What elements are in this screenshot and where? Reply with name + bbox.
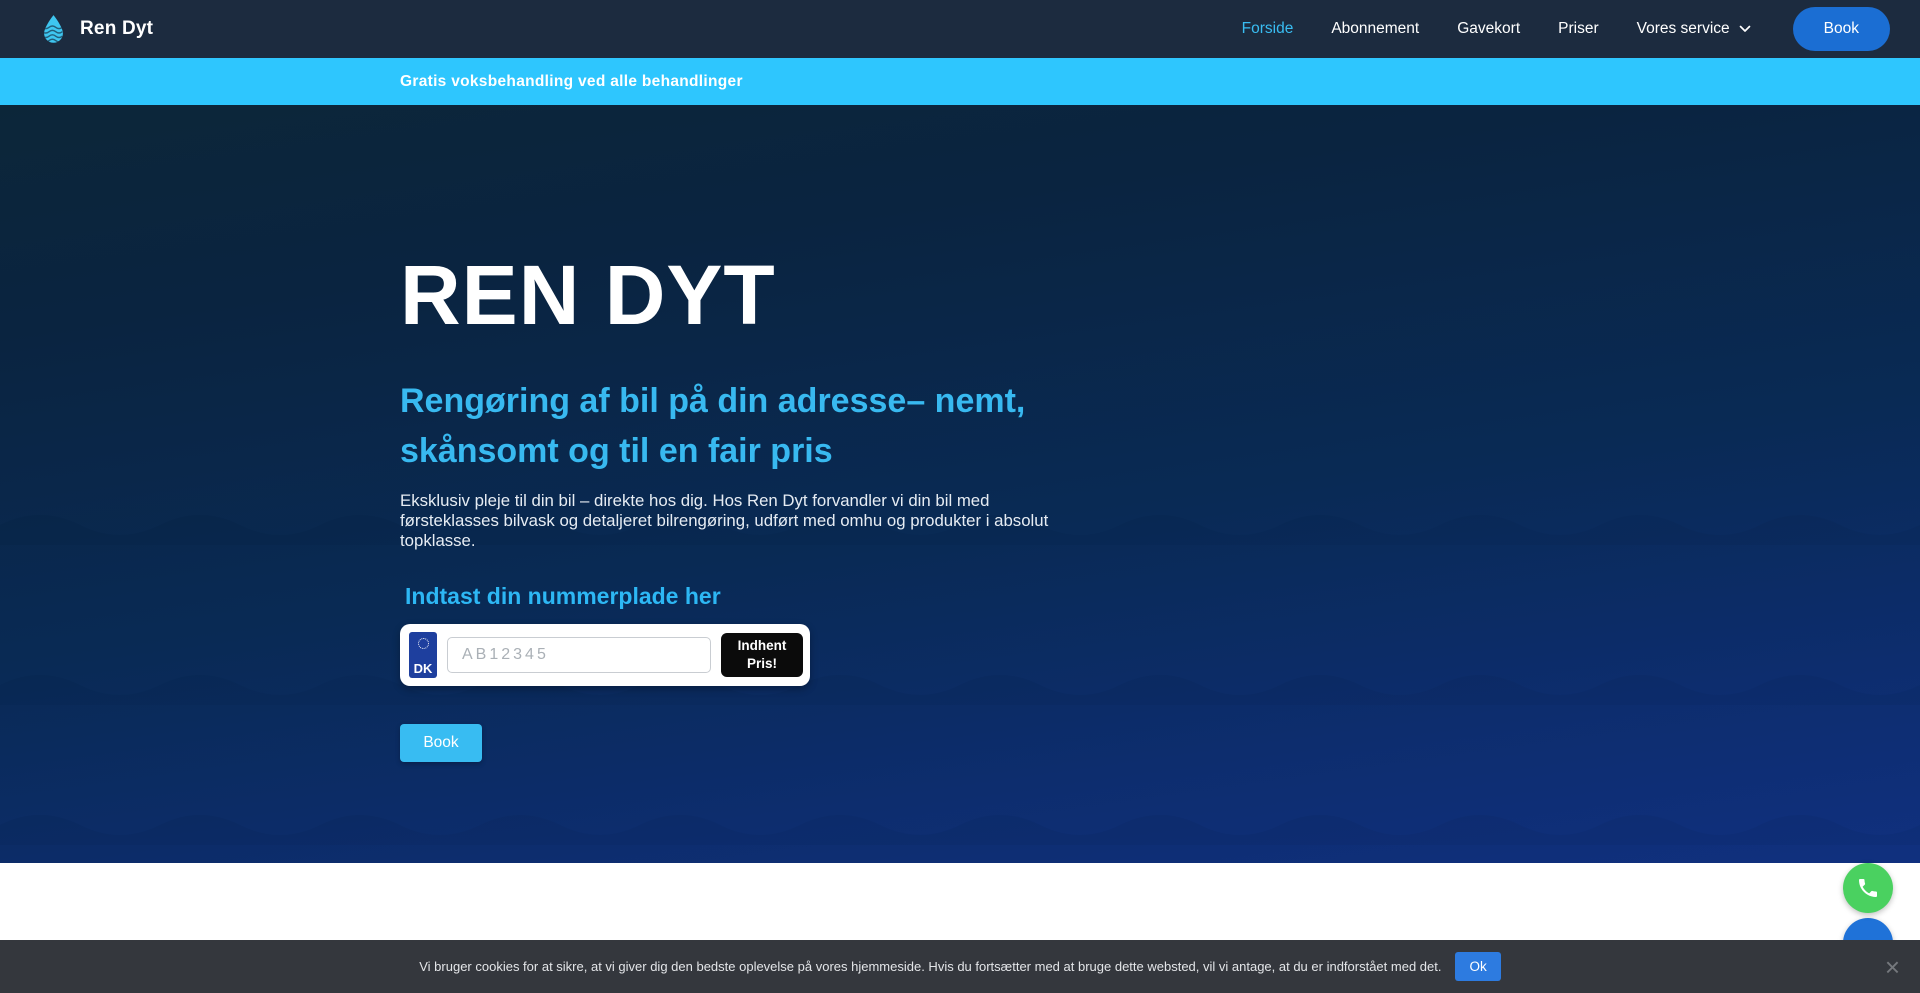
plate-country-strip: DK [409,632,437,678]
cookie-notice-text: Vi bruger cookies for at sikre, at vi gi… [419,959,1441,974]
promo-banner: Gratis voksbehandling ved alle behandlin… [0,58,1920,105]
hero-description: Eksklusiv pleje til din bil – direkte ho… [400,491,1068,551]
close-icon[interactable]: × [1885,954,1900,980]
hero-section: REN DYT Rengøring af bil på din adresse–… [0,105,1920,863]
nav-item-abonnement[interactable]: Abonnement [1331,20,1419,38]
license-plate-input[interactable] [447,637,711,673]
promo-banner-text: Gratis voksbehandling ved alle behandlin… [400,73,743,90]
nav-item-priser[interactable]: Priser [1558,20,1598,38]
wave-pattern [0,805,1920,845]
hero-subtitle: Rengøring af bil på din adresse– nemt, s… [400,377,1080,477]
plate-prompt-label: Indtast din nummerplade her [400,583,1520,610]
top-navbar: Ren Dyt Forside Abonnement Gavekort Pris… [0,0,1920,58]
nav-book-button[interactable]: Book [1793,7,1890,51]
hero-book-button[interactable]: Book [400,724,482,762]
main-navigation: Forside Abonnement Gavekort Priser Vores… [1242,7,1890,51]
chevron-down-icon [1739,25,1751,33]
footer-white-band [0,863,1920,940]
brand-name: Ren Dyt [80,18,153,40]
nav-item-gavekort[interactable]: Gavekort [1457,20,1520,38]
brand-logo[interactable]: Ren Dyt [40,14,153,45]
water-drop-icon [40,14,67,45]
cookie-notice-bar: Vi bruger cookies for at sikre, at vi gi… [0,940,1920,993]
eu-stars-icon [418,638,429,649]
phone-icon [1856,876,1880,900]
get-price-button[interactable]: Indhent Pris! [721,633,803,677]
nav-item-label: Vores service [1637,20,1730,38]
nav-item-vores-service[interactable]: Vores service [1637,20,1751,38]
plate-country-code: DK [414,662,433,675]
license-plate-widget: DK Indhent Pris! [400,624,810,686]
nav-item-forside[interactable]: Forside [1242,20,1294,38]
phone-call-button[interactable] [1843,863,1893,913]
cookie-ok-button[interactable]: Ok [1455,952,1500,981]
hero-title: REN DYT [400,253,1520,337]
